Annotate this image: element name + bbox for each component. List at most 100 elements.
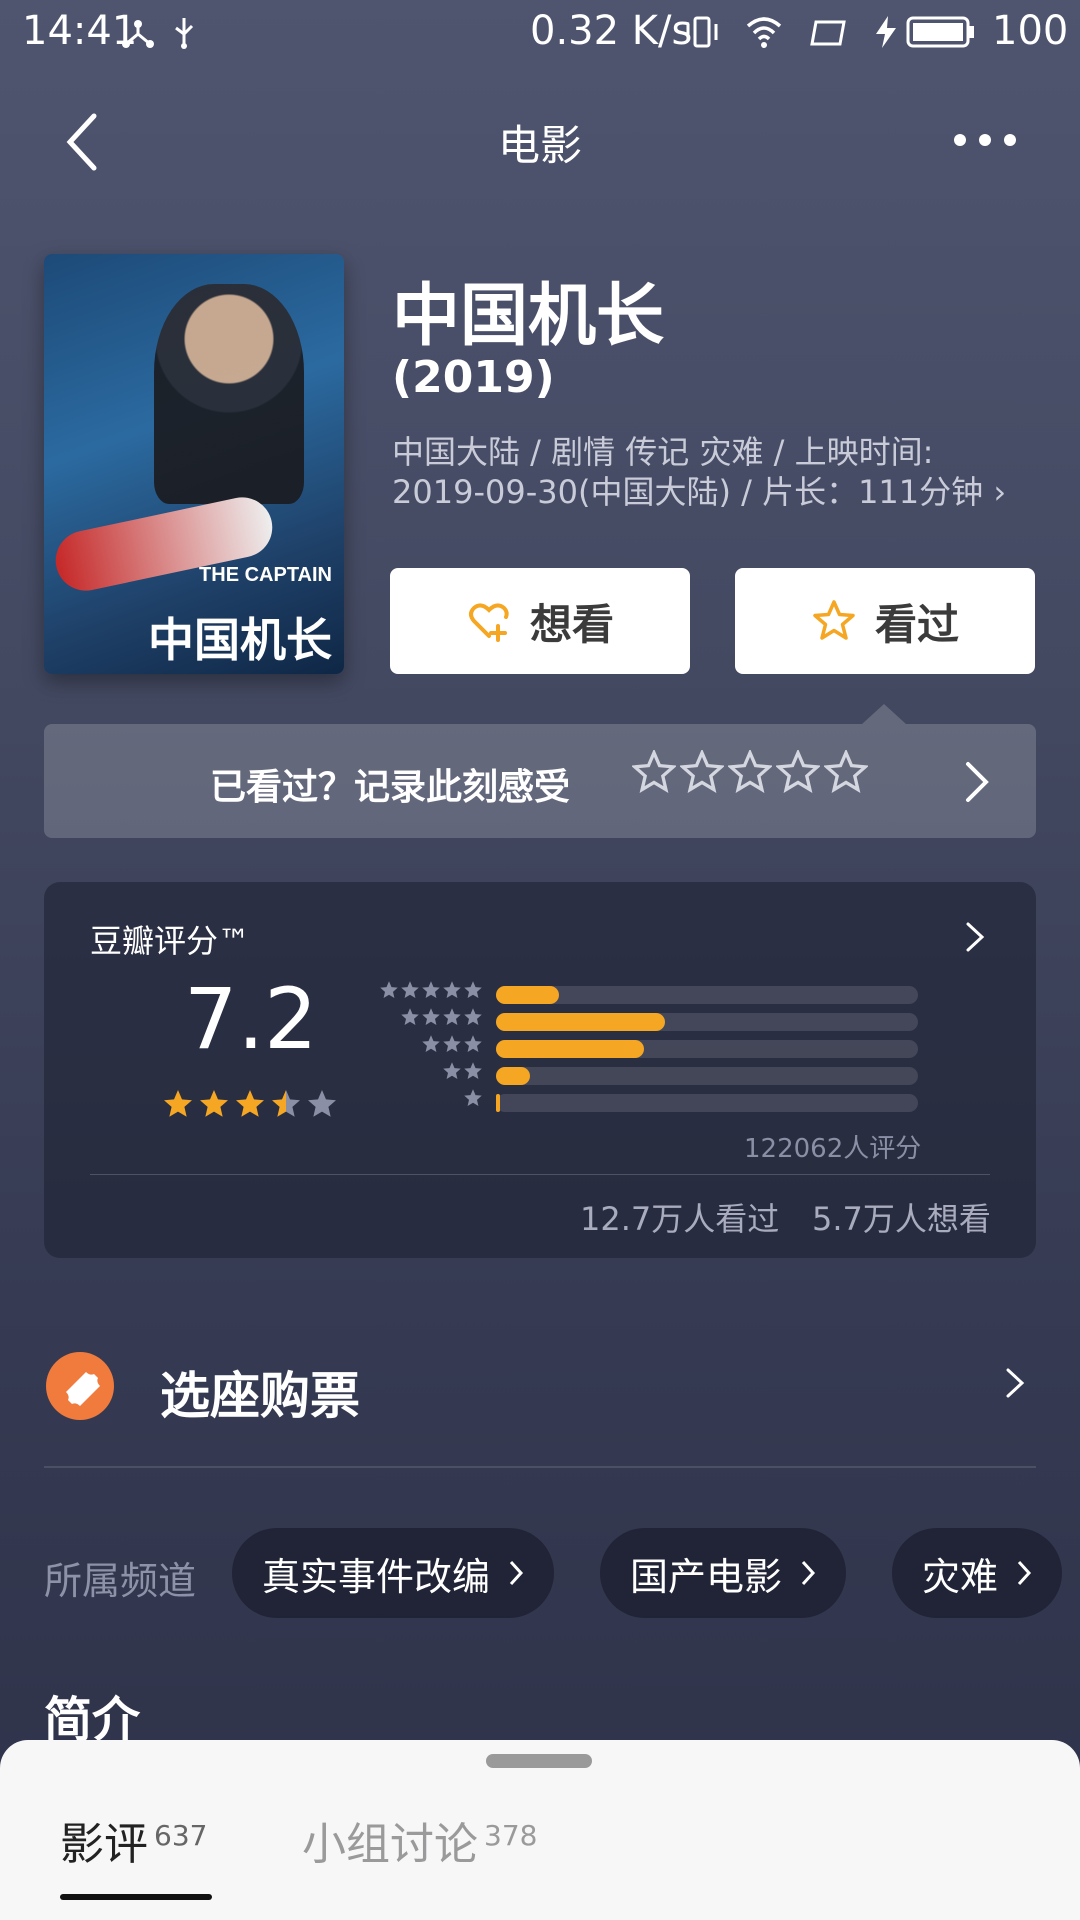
channel-chip-label: 国产电影 <box>630 1554 783 1599</box>
movie-poster[interactable]: THE CAPTAIN 中国机长 <box>44 254 344 674</box>
rating-bar-track <box>496 1040 918 1058</box>
movie-meta-line1: 中国大陆 / 剧情 传记 灾难 / 上映时间: <box>392 433 934 471</box>
poster-title-cn: 中国机长 <box>148 613 332 667</box>
rating-bar-fill <box>496 1040 644 1058</box>
channel-chip[interactable]: 真实事件改编 <box>232 1528 555 1618</box>
rating-bar-track <box>496 1013 918 1031</box>
star-gray-icon <box>464 1008 482 1025</box>
rating-bar-fill <box>496 1013 665 1031</box>
network-speed: 0.32 K/s <box>530 8 693 54</box>
chevron-right-icon <box>1017 1560 1032 1586</box>
star-gray-icon <box>464 1035 482 1052</box>
poster-title-en: THE CAPTAIN <box>199 564 332 586</box>
seen-count: 12.7万人看过 <box>580 1200 780 1238</box>
star-outline-icon <box>776 750 820 794</box>
rating-label: 豆瓣评分™ <box>90 922 251 960</box>
star-gray-icon <box>443 1008 461 1025</box>
star-gray-icon <box>422 981 440 998</box>
buy-ticket-label[interactable]: 选座购票 <box>160 1356 360 1428</box>
star-gray-icon <box>380 981 398 998</box>
star-gray-icon <box>464 1089 482 1106</box>
poster-pilot-figure <box>154 284 304 504</box>
star-outline-icon <box>680 750 724 794</box>
wifi-icon <box>746 17 782 48</box>
rating-bar-fill <box>496 1067 530 1085</box>
usb-debug-icon <box>122 20 154 48</box>
want-label: 想看 <box>529 599 614 649</box>
star-filled-icon <box>200 1090 228 1117</box>
star-outline-icon <box>728 750 772 794</box>
tab-active-indicator <box>60 1894 212 1900</box>
rating-score: 7.2 <box>184 970 318 1068</box>
star-gray-icon <box>443 1035 461 1052</box>
want-to-watch-button[interactable]: 想看 <box>390 568 690 674</box>
movie-meta-line2: 2019-09-30(中国大陆) / 片长：111分钟 › <box>392 473 1007 511</box>
channel-chip[interactable]: 灾难 <box>892 1528 1063 1618</box>
rating-bar-fill <box>496 1094 501 1112</box>
channel-chip-label: 灾难 <box>922 1554 999 1599</box>
more-options-button[interactable] <box>950 125 1020 155</box>
movie-title: 中国机长 <box>392 277 665 356</box>
drag-handle[interactable] <box>486 1754 592 1768</box>
rating-bar-fill <box>496 986 560 1004</box>
rating-bar-track <box>496 1094 918 1112</box>
record-text: 已看过？记录此刻感受 <box>210 767 571 808</box>
star-gray-icon <box>422 1008 440 1025</box>
star-outline-icon <box>632 750 676 794</box>
rating-card[interactable]: 豆瓣评分™ 7.2 122062人评分 12.7万人看过 5.7万人想看 <box>44 882 1036 1258</box>
tab-count: 637 <box>154 1819 208 1852</box>
record-feeling-bar[interactable]: 已看过？记录此刻感受 <box>44 724 1036 838</box>
tab-label: 影评 <box>60 1819 148 1870</box>
star-empty-icon <box>308 1090 336 1117</box>
star-gray-icon <box>443 1062 461 1079</box>
battery-level: 100 <box>992 8 1069 54</box>
channel-chip[interactable]: 国产电影 <box>600 1528 847 1618</box>
tab-reviews[interactable]: 影评 637 <box>60 1808 207 1872</box>
ticket-icon <box>46 1352 114 1420</box>
rating-bar-track <box>496 1067 918 1085</box>
record-stars[interactable] <box>632 750 868 794</box>
star-outline-icon <box>824 750 868 794</box>
tab-label: 小组讨论 <box>302 1819 478 1870</box>
status-bar: 14:41 0.32 K/s 100 <box>0 0 1080 64</box>
channel-label: 所属频道 <box>44 1559 197 1603</box>
star-half-icon <box>272 1090 300 1117</box>
chevron-right-icon <box>966 922 985 952</box>
rating-bar-track <box>496 986 918 1004</box>
page-title: 电影 <box>497 121 582 170</box>
star-gray-icon <box>422 1035 440 1052</box>
vibrate-icon <box>686 16 718 48</box>
nav-bar: 电影 <box>0 100 1080 180</box>
movie-meta[interactable]: 中国大陆 / 剧情 传记 灾难 / 上映时间: 2019-09-30(中国大陆)… <box>392 432 1032 512</box>
chevron-right-icon <box>966 762 989 802</box>
star-gray-icon <box>443 981 461 998</box>
chevron-right-icon <box>801 1560 816 1586</box>
star-gray-icon <box>401 981 419 998</box>
chevron-right-icon <box>509 1560 524 1586</box>
tab-count: 378 <box>484 1819 538 1852</box>
star-gray-icon <box>401 1008 419 1025</box>
movie-year: (2019) <box>392 352 555 403</box>
watched-button[interactable]: 看过 <box>735 568 1035 674</box>
star-gray-icon <box>464 1062 482 1079</box>
record-notch <box>862 704 906 724</box>
bottom-sheet[interactable]: 影评 637 小组讨论 378 <box>0 1740 1080 1920</box>
star-outline-icon <box>813 600 855 640</box>
rating-count: 122062人评分 <box>744 1134 922 1164</box>
heart-plus-icon <box>468 603 509 642</box>
seen-label: 看过 <box>874 599 959 649</box>
charging-icon <box>876 16 896 48</box>
divider <box>44 1466 1036 1468</box>
star-gray-icon <box>464 981 482 998</box>
tab-group-discussion[interactable]: 小组讨论 378 <box>302 1808 537 1872</box>
chevron-right-icon[interactable] <box>1004 1366 1026 1400</box>
battery-icon <box>906 16 974 48</box>
screen-icon <box>810 20 846 46</box>
star-filled-icon <box>164 1090 192 1117</box>
usb-icon <box>175 18 194 49</box>
score-stars <box>162 1088 338 1120</box>
channel-chip-label: 真实事件改编 <box>262 1554 491 1599</box>
want-count: 5.7万人想看 <box>812 1200 991 1238</box>
star-filled-icon <box>236 1090 264 1117</box>
divider <box>90 1174 990 1175</box>
